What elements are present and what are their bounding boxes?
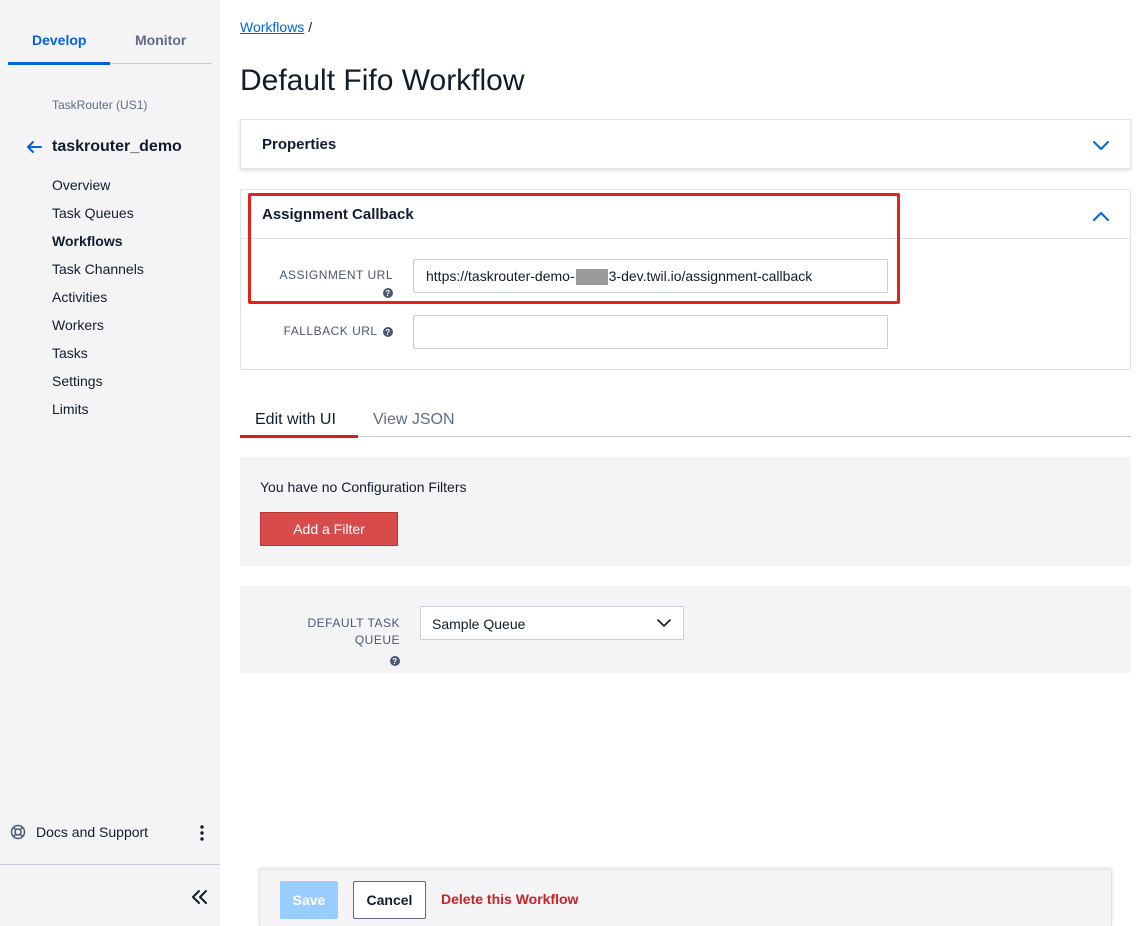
page-title: Default Fifo Workflow	[240, 64, 525, 97]
sidebar-item-settings[interactable]: Settings	[52, 370, 144, 398]
fallback-url-label-group: FALLBACK URL ?	[261, 324, 393, 338]
delete-workflow-button[interactable]: Delete this Workflow	[441, 891, 578, 907]
fallback-url-label: FALLBACK URL	[283, 324, 378, 338]
sidebar-item-limits[interactable]: Limits	[52, 398, 144, 426]
default-queue-select[interactable]: Sample Queue	[420, 606, 684, 640]
default-queue-value: Sample Queue	[432, 616, 526, 632]
action-footer: Save Cancel Delete this Workflow	[259, 869, 1112, 926]
svg-text:?: ?	[392, 657, 397, 666]
active-config-tab-indicator	[240, 435, 358, 438]
more-options-icon[interactable]	[198, 824, 206, 842]
sidebar-item-task-channels[interactable]: Task Channels	[52, 258, 144, 286]
tab-develop[interactable]: Develop	[32, 32, 86, 48]
service-header: taskrouter_demo	[24, 137, 182, 157]
tab-edit-with-ui[interactable]: Edit with UI	[255, 411, 336, 429]
assignment-url-input[interactable]: https://taskrouter-demo- 3-dev.twil.io/as…	[413, 259, 888, 293]
docs-label: Docs and Support	[36, 824, 149, 840]
help-icon[interactable]: ?	[390, 655, 400, 666]
chevron-down-icon	[657, 619, 671, 627]
sidebar-item-overview[interactable]: Overview	[52, 174, 144, 202]
svg-text:?: ?	[385, 328, 390, 337]
default-queue-label: DEFAULT TASK QUEUE	[307, 616, 400, 647]
sidebar-item-workers[interactable]: Workers	[52, 314, 144, 342]
tab-view-json[interactable]: View JSON	[373, 411, 455, 429]
section-divider	[241, 238, 1130, 239]
docs-and-support[interactable]: Docs and Support	[10, 824, 210, 842]
sidebar-divider	[0, 864, 220, 865]
tab-monitor[interactable]: Monitor	[135, 32, 186, 48]
properties-section[interactable]: Properties	[240, 119, 1131, 169]
sidebar-item-tasks[interactable]: Tasks	[52, 342, 144, 370]
lifebuoy-icon	[10, 824, 26, 840]
assignment-url-label-group: ASSIGNMENT URL ?	[261, 268, 393, 298]
sidebar-item-activities[interactable]: Activities	[52, 286, 144, 314]
properties-title: Properties	[262, 136, 337, 153]
service-name: taskrouter_demo	[52, 138, 182, 155]
redacted-region	[575, 269, 608, 286]
svg-text:?: ?	[385, 289, 390, 298]
sidebar-item-workflows[interactable]: Workflows	[52, 230, 144, 258]
default-queue-panel: DEFAULT TASK QUEUE ? Sample Queue	[240, 586, 1131, 673]
breadcrumb-workflows-link[interactable]: Workflows	[240, 19, 304, 35]
sidebar-item-task-queues[interactable]: Task Queues	[52, 202, 144, 230]
help-icon[interactable]: ?	[383, 326, 393, 337]
help-icon[interactable]: ?	[383, 288, 393, 298]
sidebar-tabs: Develop Monitor	[8, 18, 212, 65]
breadcrumb: Workflows /	[240, 19, 312, 35]
add-filter-button[interactable]: Add a Filter	[260, 512, 398, 546]
active-tab-indicator	[8, 62, 110, 65]
chevron-down-icon[interactable]	[1092, 139, 1110, 151]
assignment-url-value-suffix: 3-dev.twil.io/assignment-callback	[608, 268, 813, 284]
sidebar: Develop Monitor TaskRouter (US1) taskrou…	[0, 0, 220, 926]
chevron-up-icon[interactable]	[1092, 210, 1110, 222]
assignment-callback-title: Assignment Callback	[262, 206, 414, 223]
assignment-url-label: ASSIGNMENT URL	[279, 268, 393, 282]
no-filters-message: You have no Configuration Filters	[260, 479, 467, 495]
filters-panel: You have no Configuration Filters Add a …	[240, 457, 1131, 566]
assignment-callback-section: Assignment Callback ASSIGNMENT URL ? htt…	[240, 189, 1131, 370]
sidebar-nav: Overview Task Queues Workflows Task Chan…	[52, 174, 144, 426]
default-queue-label-group: DEFAULT TASK QUEUE ?	[260, 615, 400, 666]
config-tabs: Edit with UI View JSON	[240, 403, 1131, 438]
collapse-sidebar-icon[interactable]	[190, 888, 210, 906]
breadcrumb-separator: /	[308, 19, 313, 35]
back-arrow-icon[interactable]	[24, 137, 44, 157]
save-button[interactable]: Save	[280, 881, 338, 919]
assignment-url-value-prefix: https://taskrouter-demo-	[426, 268, 575, 284]
cancel-button[interactable]: Cancel	[353, 881, 426, 919]
region-label: TaskRouter (US1)	[52, 98, 148, 112]
main-content: Workflows / Default Fifo Workflow Proper…	[240, 0, 1132, 926]
fallback-url-input[interactable]	[413, 315, 888, 349]
